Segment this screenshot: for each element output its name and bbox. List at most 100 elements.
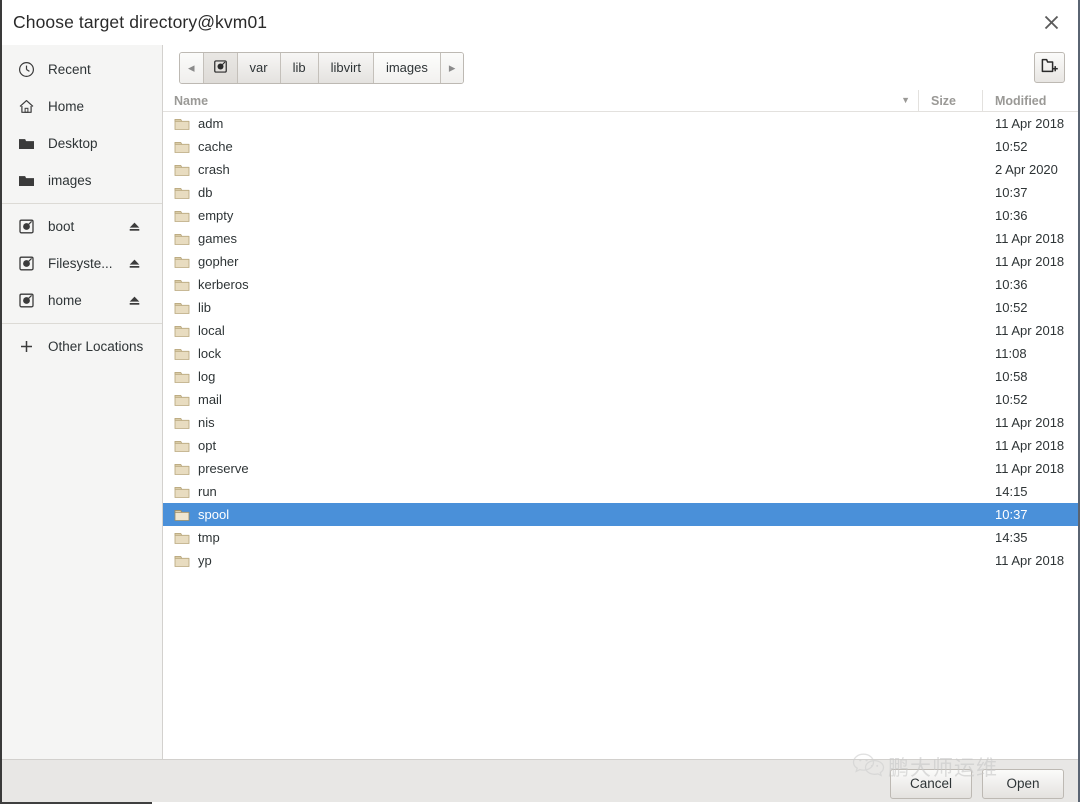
column-header-size[interactable]: Size [919,90,983,111]
file-row[interactable]: db 10:37 [163,181,1078,204]
sidebar-item-home[interactable]: Home [2,88,162,125]
breadcrumb: ◂ var lib libvirt images ▸ [179,51,465,84]
file-modified: 10:36 [995,277,1028,292]
dialog-body: Recent Home Desktop images boot Filesyst… [2,45,1078,759]
file-modified: 10:37 [995,507,1028,522]
file-name-cell: lib [163,300,919,315]
file-name: run [198,484,217,499]
file-row[interactable]: crash 2 Apr 2020 [163,158,1078,181]
file-list[interactable]: adm 11 Apr 2018 cache 10:52 crash 2 Apr 2020 d… [163,112,1078,759]
file-modified: 11 Apr 2018 [995,553,1065,568]
sidebar-item-images[interactable]: images [2,162,162,199]
file-row[interactable]: yp 11 Apr 2018 [163,549,1078,572]
breadcrumb-var[interactable]: var [237,52,281,83]
file-row[interactable]: lock 11:08 [163,342,1078,365]
file-name-cell: gopher [163,254,919,269]
file-row[interactable]: run 14:15 [163,480,1078,503]
file-modified: 11 Apr 2018 [995,461,1065,476]
sidebar-item-home-drive[interactable]: home [2,282,162,319]
file-name: opt [198,438,217,453]
file-name-cell: local [163,323,919,338]
dialog-footer: Cancel Open [2,759,1078,807]
file-row[interactable]: log 10:58 [163,365,1078,388]
file-row[interactable]: adm 11 Apr 2018 [163,112,1078,135]
eject-icon[interactable] [126,219,142,235]
breadcrumb-prev-button[interactable]: ◂ [180,52,204,83]
eject-icon[interactable] [126,256,142,272]
eject-icon[interactable] [126,293,142,309]
folder-icon [17,134,36,153]
file-name: lib [198,300,212,315]
bottom-edge-segment [0,802,152,804]
column-header-row: Name ▼ Size Modified [163,90,1078,112]
sort-descending-icon: ▼ [901,95,910,105]
sidebar-item-desktop[interactable]: Desktop [2,125,162,162]
window-title: Choose target directory@kvm01 [13,11,268,32]
file-row[interactable]: mail 10:52 [163,388,1078,411]
file-name-cell: nis [163,415,919,430]
column-header-modified[interactable]: Modified [983,90,1078,111]
file-name-cell: empty [163,208,919,223]
breadcrumb-images[interactable]: images [373,52,441,83]
sidebar-item-boot[interactable]: boot [2,208,162,245]
file-modified: 10:37 [995,185,1028,200]
sidebar-item-filesystem[interactable]: Filesyste... [2,245,162,282]
file-modified: 11 Apr 2018 [995,323,1065,338]
close-button[interactable] [1036,8,1066,36]
file-row[interactable]: opt 11 Apr 2018 [163,434,1078,457]
file-row[interactable]: kerberos 10:36 [163,273,1078,296]
sidebar-item-recent[interactable]: Recent [2,51,162,88]
file-name: cache [198,139,233,154]
file-modified: 10:52 [995,300,1028,315]
file-name: mail [198,392,222,407]
file-row[interactable]: cache 10:52 [163,135,1078,158]
file-row[interactable]: nis 11 Apr 2018 [163,411,1078,434]
open-button[interactable]: Open [982,768,1064,799]
file-row[interactable]: games 11 Apr 2018 [163,227,1078,250]
file-modified: 11 Apr 2018 [995,116,1065,131]
file-row[interactable]: lib 10:52 [163,296,1078,319]
sidebar-item-label: boot [48,219,75,234]
file-name-cell: spool [163,507,919,522]
file-name-cell: cache [163,139,919,154]
breadcrumb-root-button[interactable] [203,52,238,83]
drive-icon [17,217,36,236]
file-name-cell: yp [163,553,919,568]
file-chooser-dialog: Choose target directory@kvm01 Recent Hom… [0,0,1080,807]
sidebar-divider [2,323,162,324]
new-folder-icon [1041,57,1059,79]
file-name: gopher [198,254,239,269]
home-icon [17,97,36,116]
file-name-cell: games [163,231,919,246]
file-name: nis [198,415,215,430]
file-row[interactable]: empty 10:36 [163,204,1078,227]
file-name: tmp [198,530,220,545]
column-header-name[interactable]: Name ▼ [163,90,919,111]
file-name: spool [198,507,230,522]
file-name: preserve [198,461,249,476]
sidebar-divider [2,203,162,204]
drive-icon [17,254,36,273]
file-name-cell: lock [163,346,919,361]
sidebar-item-label: images [48,173,92,188]
sidebar-item-label: Recent [48,62,91,77]
cancel-button[interactable]: Cancel [890,768,972,799]
file-modified: 10:52 [995,139,1028,154]
file-row[interactable]: gopher 11 Apr 2018 [163,250,1078,273]
folder-icon [17,171,36,190]
file-row[interactable]: spool 10:37 [163,503,1078,526]
file-modified: 11 Apr 2018 [995,231,1065,246]
breadcrumb-next-button[interactable]: ▸ [440,52,464,83]
sidebar-item-other-locations[interactable]: Other Locations [2,328,162,365]
breadcrumb-libvirt[interactable]: libvirt [318,52,374,83]
file-row[interactable]: preserve 11 Apr 2018 [163,457,1078,480]
file-modified: 10:58 [995,369,1028,384]
create-folder-button[interactable] [1034,52,1065,83]
file-row[interactable]: local 11 Apr 2018 [163,319,1078,342]
breadcrumb-lib[interactable]: lib [280,52,319,83]
file-row[interactable]: tmp 14:35 [163,526,1078,549]
file-name-cell: tmp [163,530,919,545]
sidebar-item-label: home [48,293,82,308]
window-bottom-edge [0,802,1080,807]
file-name-cell: run [163,484,919,499]
